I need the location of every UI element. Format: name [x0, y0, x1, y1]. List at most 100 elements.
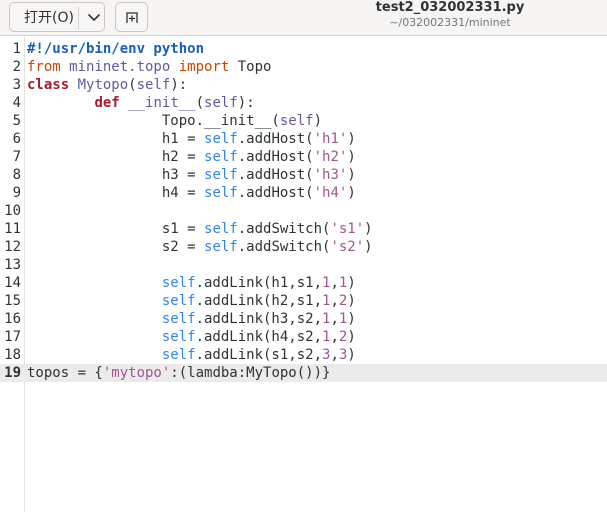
code-line[interactable]: 9 h4 = self.addHost('h4') — [0, 184, 607, 202]
code-token: .addLink(h1,s1, — [195, 275, 323, 291]
code-line[interactable]: 10 — [0, 202, 607, 220]
code-token: Topo — [229, 59, 272, 75]
code-text: class Mytopo(self): — [27, 76, 187, 94]
code-token: , — [330, 275, 339, 291]
line-number: 6 — [12, 131, 21, 147]
code-token: ) — [313, 113, 323, 129]
code-line[interactable]: 3 class Mytopo(self): — [0, 76, 607, 94]
code-line[interactable]: 11 s1 = self.addSwitch('s1') — [0, 220, 607, 238]
chevron-down-icon[interactable] — [86, 9, 102, 25]
code-token: from — [27, 59, 61, 75]
code-token: .addSwitch( — [237, 221, 331, 237]
code-line[interactable]: 19 topos = {'mytopo':(lamdba:MyTopo())} — [0, 364, 607, 382]
code-token: .addHost( — [237, 167, 314, 183]
line-number: 19 — [4, 365, 21, 381]
line-number: 15 — [4, 293, 21, 309]
code-line[interactable]: 4 def __init__(self): — [0, 94, 607, 112]
code-editor[interactable]: 1 #!/usr/bin/env python 2 from mininet.topo… — [0, 37, 607, 512]
code-token: .addHost( — [237, 149, 314, 165]
code-text: h2 = self.addHost('h2') — [27, 148, 356, 166]
code-text: from mininet.topo import Topo — [27, 58, 271, 76]
line-number: 14 — [4, 275, 21, 291]
open-button-label: 打开(O) — [24, 10, 74, 26]
line-number: 11 — [4, 221, 21, 237]
code-line[interactable]: 15 self.addLink(h2,s1,1,2) — [0, 292, 607, 310]
line-number: 10 — [4, 203, 21, 219]
code-text: self.addLink(h4,s2,1,2) — [27, 328, 356, 346]
code-token: ( — [128, 77, 137, 93]
code-text: Topo.__init__(self) — [27, 112, 322, 130]
line-number: 5 — [12, 113, 21, 129]
code-token: mininet.topo — [60, 59, 179, 75]
line-number: 18 — [4, 347, 21, 363]
code-token: , — [330, 347, 339, 363]
line-number: 7 — [12, 149, 21, 165]
code-line[interactable]: 13 — [0, 256, 607, 274]
new-document-button[interactable] — [115, 2, 148, 32]
code-token: ) — [347, 311, 356, 327]
code-token: Topo.__init__( — [27, 113, 280, 129]
code-text: topos = {'mytopo':(lamdba:MyTopo())} — [27, 364, 330, 382]
open-button[interactable]: 打开(O) — [9, 2, 105, 32]
code-line[interactable]: 7 h2 = self.addHost('h2') — [0, 148, 607, 166]
line-number: 8 — [12, 167, 21, 183]
code-token: import — [178, 59, 230, 75]
code-line[interactable]: 12 s2 = self.addSwitch('s2') — [0, 238, 607, 256]
code-line[interactable]: 6 h1 = self.addHost('h1') — [0, 130, 607, 148]
open-button-divider — [78, 7, 79, 29]
code-token: self — [136, 77, 171, 93]
code-token: , — [330, 311, 339, 327]
code-line[interactable]: 14 self.addLink(h1,s1,1,1) — [0, 274, 607, 292]
code-line[interactable]: 18 self.addLink(s1,s2,3,3) — [0, 346, 607, 364]
new-document-icon — [126, 12, 138, 23]
code-token: ) — [347, 347, 356, 363]
code-token: class — [27, 77, 70, 93]
code-token: s2 = — [27, 239, 205, 255]
code-line[interactable]: 2 from mininet.topo import Topo — [0, 58, 607, 76]
code-token: .addHost( — [237, 131, 314, 147]
code-token: ) — [347, 167, 356, 183]
line-number: 12 — [4, 239, 21, 255]
code-text: h3 = self.addHost('h3') — [27, 166, 356, 184]
code-line[interactable]: 17 self.addLink(h4,s2,1,2) — [0, 328, 607, 346]
code-token: self — [161, 311, 196, 327]
code-token: :(lamdba:MyTopo())} — [170, 365, 331, 381]
code-token: def — [94, 95, 120, 111]
code-token: ) — [347, 329, 356, 345]
code-token: ) — [347, 149, 356, 165]
line-number: 16 — [4, 311, 21, 327]
code-token: self — [161, 275, 196, 291]
document-title: test2_032002331.py — [375, 0, 525, 15]
code-token: topos = { — [27, 365, 103, 381]
code-text: self.addLink(h1,s1,1,1) — [27, 274, 356, 292]
code-line[interactable]: 16 self.addLink(h3,s2,1,1) — [0, 310, 607, 328]
code-token: h3 = — [27, 167, 205, 183]
code-token: s1 = — [27, 221, 205, 237]
code-token: self — [204, 239, 238, 255]
code-token: #!/usr/bin/env python — [27, 41, 205, 57]
code-token: self — [204, 95, 238, 111]
document-path: ~/032002331/mininet — [389, 16, 511, 29]
code-text: def __init__(self): — [27, 94, 254, 112]
code-token: ) — [347, 185, 356, 201]
code-token: self — [204, 221, 238, 237]
code-token: .addLink(h3,s2, — [195, 311, 323, 327]
line-number: 9 — [12, 185, 21, 201]
code-text: h4 = self.addHost('h4') — [27, 184, 356, 202]
code-line[interactable]: 8 h3 = self.addHost('h3') — [0, 166, 607, 184]
code-token: Mytopo — [77, 77, 129, 93]
code-line[interactable]: 5 Topo.__init__(self) — [0, 112, 607, 130]
code-line[interactable]: 1 #!/usr/bin/env python — [0, 40, 607, 58]
code-token: ) — [347, 275, 356, 291]
code-token: h4 = — [27, 185, 205, 201]
code-text: h1 = self.addHost('h1') — [27, 130, 356, 148]
code-token: self — [204, 131, 238, 147]
line-number: 1 — [12, 41, 21, 57]
code-token: h1 = — [27, 131, 205, 147]
